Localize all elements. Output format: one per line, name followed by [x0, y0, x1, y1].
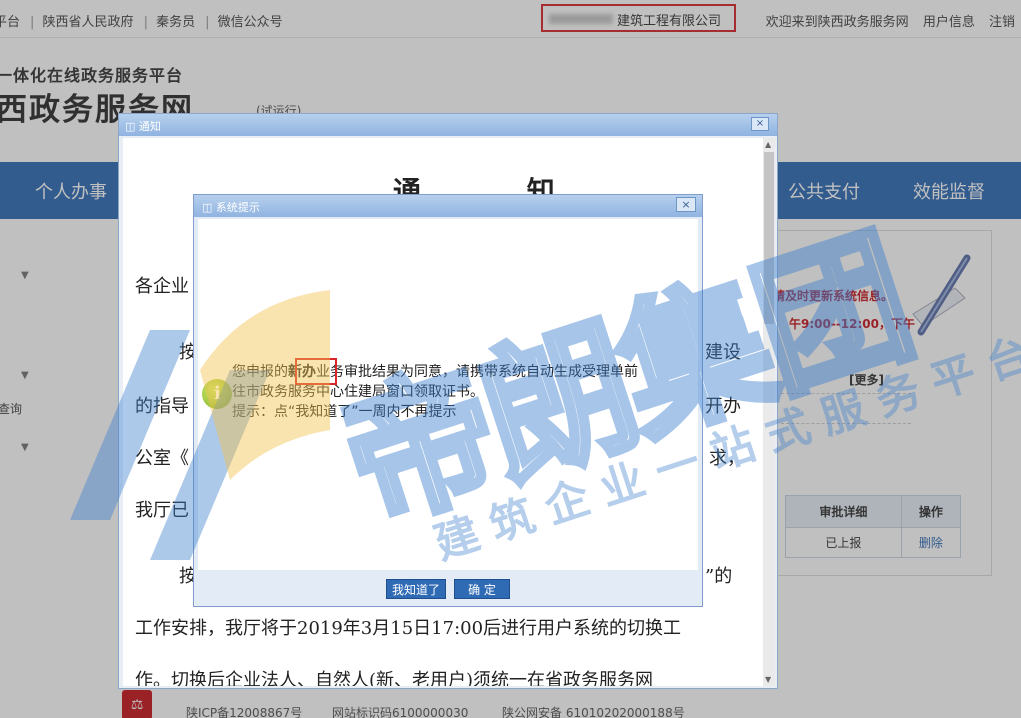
message-line-1: 您申报的新办业务审批结果为同意，请携带系统自动生成受理单前 — [232, 364, 638, 380]
dialog-buttons: 我知道了 确 定 — [194, 571, 702, 606]
notice-text-line: 公室《 — [135, 448, 189, 469]
notice-text-line: 求， — [709, 448, 745, 469]
message-line-3: 提示：点“我知道了”一周内不再提示 — [232, 404, 457, 420]
close-icon[interactable]: × — [676, 197, 696, 212]
notice-text-line: 我厅已 — [135, 500, 189, 521]
notice-text-line: 各企业 — [135, 276, 189, 297]
notice-text-line: 的指导 — [135, 396, 189, 417]
i-know-button[interactable]: 我知道了 — [386, 579, 446, 599]
scroll-up-icon[interactable]: ▲ — [765, 140, 771, 149]
dialog-titlebar[interactable]: ◫ 系统提示 × — [194, 195, 702, 217]
scroll-thumb[interactable] — [764, 152, 774, 324]
approval-message: 您申报的新办业务审批结果为同意，请携带系统自动生成受理单前 往市政务服务中心住建… — [232, 362, 638, 422]
notice-text-line: 作。切换后企业法人、自然人(新、老用户)须统一在省政务服务网 — [135, 670, 654, 686]
dialog-title: ◫ 系统提示 — [202, 201, 260, 214]
notice-text-line: 建设 — [705, 342, 741, 363]
notice-window-title: ◫ 通知 — [125, 120, 161, 133]
scroll-down-icon[interactable]: ▼ — [765, 675, 771, 684]
message-line-2: 往市政务服务中心住建局窗口领取证书。 — [232, 384, 484, 400]
notice-text-line: 工作安排，我厅将于2019年3月15日17:00后进行用户系统的切换工 — [135, 618, 682, 639]
close-icon[interactable]: × — [751, 117, 769, 131]
highlight-box — [295, 358, 337, 385]
notice-scrollbar[interactable]: ▲ ▼ — [763, 138, 775, 686]
dialog-content: i 您申报的新办业务审批结果为同意，请携带系统自动生成受理单前 往市政务服务中心… — [198, 219, 698, 570]
confirm-button[interactable]: 确 定 — [454, 579, 510, 599]
notice-titlebar[interactable]: ◫ 通知 × — [119, 114, 777, 136]
info-icon: i — [202, 379, 232, 409]
notice-text-line: 开办 — [705, 396, 741, 417]
system-prompt-dialog: ◫ 系统提示 × i 您申报的新办业务审批结果为同意，请携带系统自动生成受理单前… — [193, 194, 703, 607]
notice-text-line: ”的 — [705, 566, 733, 587]
